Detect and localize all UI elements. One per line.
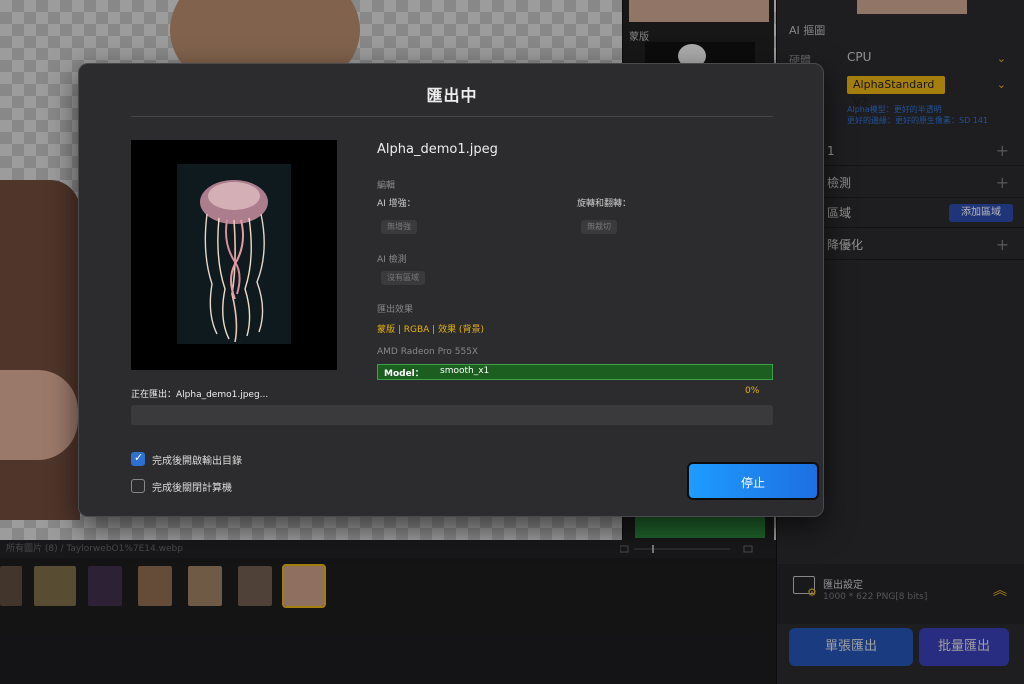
jellyfish-image [177, 164, 291, 344]
shutdown-checkbox[interactable] [131, 479, 145, 493]
export-progress-dialog: 匯出中 Alpha_demo1.jpeg 編輯 AI 增強： 無增強 旋轉和翻轉… [78, 63, 824, 517]
ai-enhance-value: 無增強 [381, 220, 417, 234]
export-effect-section-title: 匯出效果 [377, 305, 414, 315]
open-dir-label[interactable]: 完成後開啟輸出目錄 [152, 452, 242, 467]
rotate-value: 無裁切 [581, 220, 617, 234]
model-label: Model： [384, 369, 424, 379]
edit-section-title: 編輯 [377, 181, 396, 191]
gpu-name: AMD Radeon Pro 555X [377, 347, 479, 357]
model-value: smooth_x1 [440, 366, 490, 376]
dialog-title: 匯出中 [426, 86, 478, 105]
stop-button[interactable]: 停止 [687, 462, 819, 500]
exporting-status-text: 正在匯出：Alpha_demo1.jpeg... [131, 390, 269, 400]
open-dir-option[interactable]: 完成後開啟輸出目錄 [131, 451, 242, 467]
progress-percent: 0% [745, 386, 760, 396]
shutdown-label[interactable]: 完成後關閉計算機 [152, 479, 232, 494]
app-window: 蒙版 AI 摳圖 硬體 CPU ⌄ AlphaStandard V2 ⌄ Alp… [0, 0, 1024, 684]
ai-detect-value: 沒有區域 [381, 271, 425, 285]
title-divider [131, 116, 773, 117]
ai-enhance-label: AI 增強： [377, 199, 416, 209]
shutdown-option[interactable]: 完成後關閉計算機 [131, 478, 232, 494]
export-effect-value: 蒙版 | RGBA | 效果 (背景) [377, 325, 484, 335]
export-preview [131, 140, 337, 370]
export-progress-bar [131, 405, 773, 425]
rotate-label: 旋轉和翻轉： [577, 199, 632, 209]
ai-detect-section-title: AI 檢測 [377, 255, 407, 265]
model-status-bar: Model： smooth_x1 [377, 364, 773, 380]
export-file-name: Alpha_demo1.jpeg [377, 142, 498, 157]
open-dir-checkbox[interactable] [131, 451, 145, 466]
